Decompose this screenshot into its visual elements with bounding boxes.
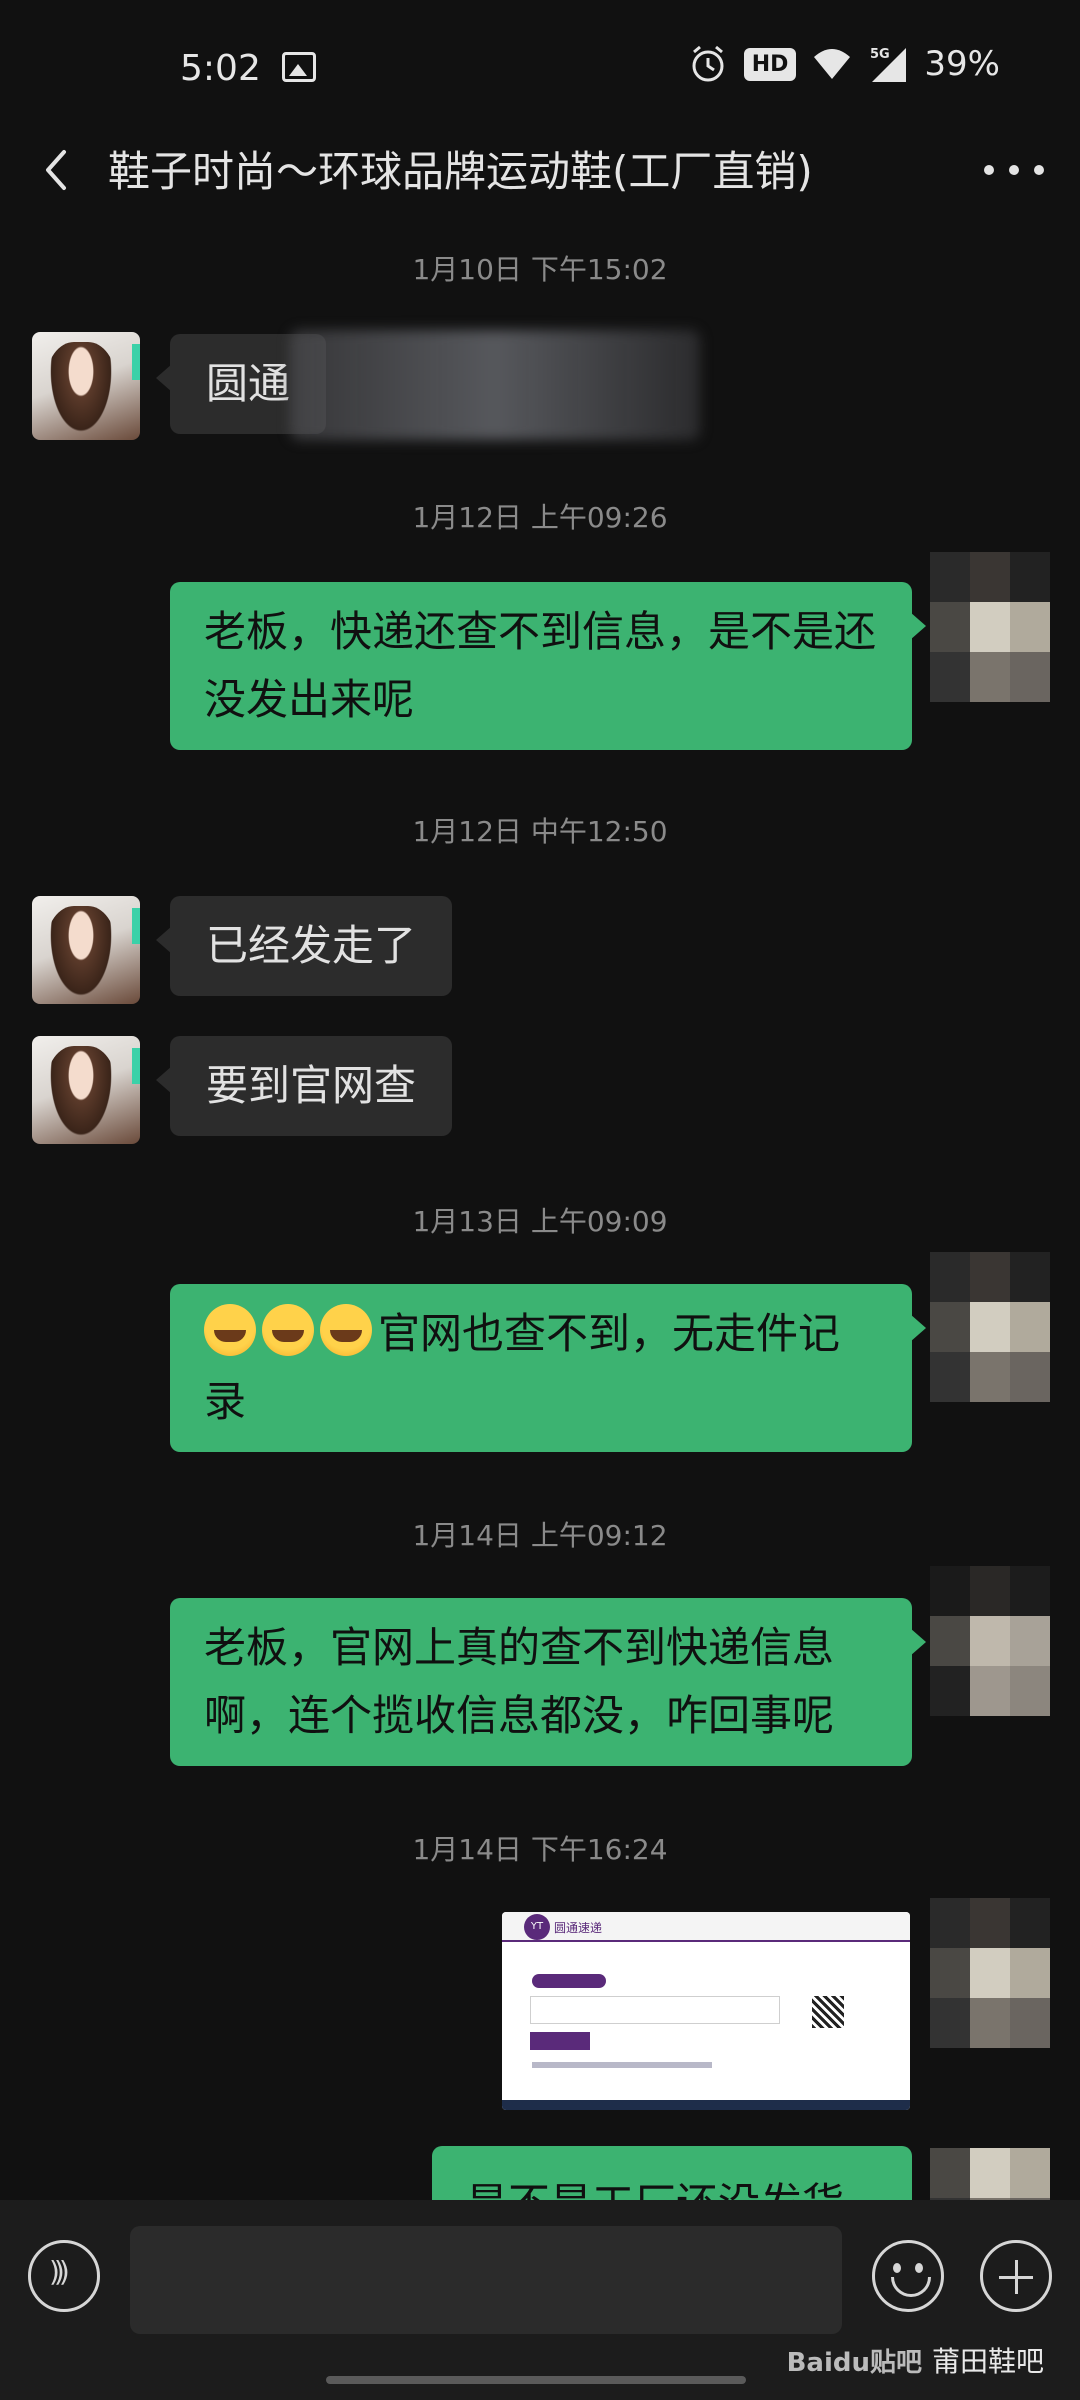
message-bubble-outgoing[interactable]: 老板，快递还查不到信息，是不是还没发出来呢 xyxy=(170,582,926,750)
contact-avatar[interactable] xyxy=(32,332,140,440)
yto-logo: YT xyxy=(524,1914,550,1940)
chat-title: 鞋子时尚～环球品牌运动鞋(工厂直销) xyxy=(108,147,813,196)
message-bubble-outgoing[interactable]: 老板，官网上真的查不到快递信息啊，连个揽收信息都没，咋回事呢 xyxy=(170,1598,926,1766)
more-options-icon[interactable] xyxy=(984,160,1044,180)
message-input[interactable] xyxy=(130,2226,842,2334)
contact-avatar[interactable] xyxy=(32,896,140,1004)
message-bubble-incoming[interactable]: 已经发走了 xyxy=(155,896,453,996)
chat-header: 鞋子时尚～环球品牌运动鞋(工厂直销) xyxy=(0,130,1080,230)
yto-site-name: 圆通速递 xyxy=(554,1921,603,1935)
crying-laughing-emoji-icon xyxy=(320,1304,372,1356)
baidu-tieba-logo: Baidu贴吧 xyxy=(786,2347,922,2378)
message-bubble-incoming[interactable]: 要到官网查 xyxy=(155,1036,453,1136)
contact-avatar[interactable] xyxy=(32,1036,140,1144)
voice-input-icon[interactable] xyxy=(28,2240,100,2312)
self-avatar-pixelated[interactable] xyxy=(930,2148,1050,2200)
emoji-picker-icon[interactable] xyxy=(872,2240,944,2312)
home-indicator[interactable] xyxy=(326,2376,746,2384)
forum-name: 莆田鞋吧 xyxy=(931,2345,1044,2378)
alarm-icon xyxy=(692,45,724,82)
shot-taskbar xyxy=(502,2100,910,2110)
more-actions-plus-icon[interactable] xyxy=(980,2240,1052,2312)
shot-tab xyxy=(532,1974,606,1988)
battery-percent: 39% xyxy=(924,44,1000,84)
timestamp: 1月10日 下午15:02 xyxy=(412,253,668,286)
shot-query-button xyxy=(530,2032,590,2050)
watermark: Baidu贴吧 莆田鞋吧 xyxy=(787,2340,1044,2380)
shot-qr-code xyxy=(812,1996,844,2028)
crying-laughing-emoji-icon xyxy=(262,1304,314,1356)
timestamp: 1月14日 下午16:24 xyxy=(412,1833,668,1866)
shared-image-tracking-screenshot[interactable]: YT 圆通速递 xyxy=(502,1912,910,2110)
timestamp: 1月12日 上午09:26 xyxy=(412,501,668,534)
wifi-icon xyxy=(814,49,851,79)
message-bubble-outgoing[interactable]: 是不是工厂还没发货 xyxy=(432,2146,912,2200)
back-arrow-icon[interactable] xyxy=(28,140,88,200)
blurred-redaction xyxy=(290,330,700,440)
signal-5g-icon: 5G xyxy=(870,47,907,82)
network-label: 5G xyxy=(870,47,890,62)
input-bar: Baidu贴吧 莆田鞋吧 xyxy=(0,2200,1080,2400)
timestamp: 1月12日 中午12:50 xyxy=(412,815,668,848)
image-notification-icon xyxy=(282,52,316,82)
self-avatar-pixelated[interactable] xyxy=(930,552,1050,702)
self-avatar-pixelated[interactable] xyxy=(930,1898,1050,2048)
self-avatar-pixelated[interactable] xyxy=(930,1252,1050,1402)
message-bubble-outgoing[interactable]: 官网也查不到，无走件记录 xyxy=(170,1284,926,1452)
partial-message-clip: 是不是工厂还没发货 xyxy=(432,2146,912,2200)
crying-laughing-emoji-icon xyxy=(204,1304,256,1356)
hd-badge: HD xyxy=(743,47,797,81)
shot-input xyxy=(530,1996,780,2024)
status-bar: 5:02 HD 5G 39% xyxy=(0,0,1080,130)
timestamp: 1月13日 上午09:09 xyxy=(412,1205,668,1238)
timestamp: 1月14日 上午09:12 xyxy=(412,1519,668,1552)
status-icons: HD 5G 39% xyxy=(688,44,1000,84)
status-time: 5:02 xyxy=(180,48,261,89)
shot-result-line xyxy=(532,2062,712,2068)
self-avatar-pixelated[interactable] xyxy=(930,1566,1050,1716)
